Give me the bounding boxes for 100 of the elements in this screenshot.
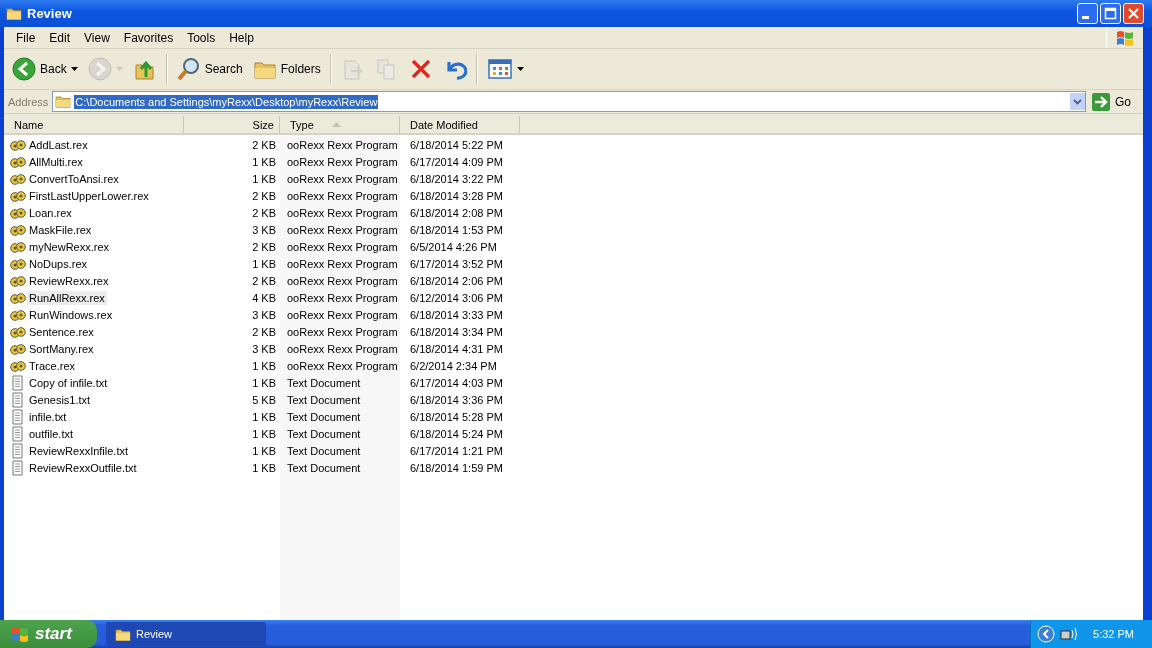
file-name[interactable]: Sentence.rex	[27, 324, 96, 339]
maximize-button[interactable]	[1100, 3, 1121, 24]
menu-item[interactable]: View	[77, 30, 117, 45]
table-cell-text: ooRexx Rexx Program	[286, 172, 399, 185]
file-name[interactable]: RunAllRexx.rex	[27, 290, 107, 305]
gears-icon	[10, 172, 26, 185]
arrow-right-icon	[1092, 92, 1110, 111]
table-cell-text: 1 KB	[251, 461, 277, 474]
table-cell-text: 6/18/2014 3:34 PM	[409, 325, 504, 338]
clock: 5:32 PM	[1093, 628, 1134, 640]
windows-logo-icon	[10, 625, 30, 643]
table-cell-text: 6/12/2014 3:06 PM	[409, 291, 504, 304]
table-cell-text: 6/18/2014 1:53 PM	[409, 223, 504, 236]
maximize-icon	[1104, 7, 1117, 20]
table-cell-text: 6/17/2014 3:52 PM	[409, 257, 504, 270]
file-name[interactable]: RunWindows.rex	[27, 307, 115, 322]
menu-item[interactable]: Edit	[42, 30, 78, 45]
text-document-icon	[10, 374, 26, 391]
file-name[interactable]: SortMany.rex	[27, 341, 96, 356]
table-cell-text: 1 KB	[251, 444, 277, 457]
file-name[interactable]: myNewRexx.rex	[27, 239, 112, 254]
table-cell-text: ooRexx Rexx Program	[286, 223, 399, 236]
go-button[interactable]: Go	[1090, 92, 1139, 111]
minimize-button[interactable]	[1077, 3, 1098, 24]
back-button[interactable]: Back	[8, 54, 82, 84]
table-cell-text: 3 KB	[251, 308, 277, 321]
file-name[interactable]: ReviewRexx.rex	[27, 273, 111, 288]
address-field[interactable]: C:\Documents and Settings\myRexx\Desktop\myRexx\Review	[52, 91, 1086, 112]
chevron-down-icon	[1073, 98, 1082, 105]
table-cell-text: Text Document	[286, 410, 362, 423]
table-cell-text: 2 KB	[251, 325, 277, 338]
menu-item[interactable]: Help	[222, 30, 261, 45]
table-cell-text: 2 KB	[251, 138, 277, 151]
column-header[interactable]: Date Modified	[400, 116, 520, 133]
gears-icon	[10, 342, 26, 355]
file-name[interactable]: AddLast.rex	[27, 137, 90, 152]
file-name[interactable]: Genesis1.txt	[27, 392, 93, 407]
column-header[interactable]: Name	[4, 116, 184, 133]
table-cell-text: 6/18/2014 2:08 PM	[409, 206, 504, 219]
minimize-icon	[1081, 16, 1089, 19]
table-cell-text: 6/5/2014 4:26 PM	[409, 240, 498, 253]
table-cell-text: 6/18/2014 3:33 PM	[409, 308, 504, 321]
table-cell-text: 6/18/2014 5:24 PM	[409, 427, 504, 440]
text-document-icon	[10, 442, 26, 459]
table-cell-text: 4 KB	[251, 291, 277, 304]
search-button[interactable]: Search	[172, 54, 247, 84]
taskbar-button[interactable]: Review	[106, 622, 266, 646]
file-name[interactable]: AllMulti.rex	[27, 154, 85, 169]
file-name[interactable]: ReviewRexxInfile.txt	[27, 443, 131, 458]
gears-icon	[10, 223, 26, 236]
gears-icon	[10, 325, 26, 338]
file-name[interactable]: Trace.rex	[27, 358, 78, 373]
window-title: Review	[27, 6, 72, 21]
table-cell-text: ooRexx Rexx Program	[286, 291, 399, 304]
menu-item[interactable]: File	[9, 30, 43, 45]
gears-icon	[10, 206, 26, 219]
gears-icon	[10, 257, 26, 270]
table-cell-text: ooRexx Rexx Program	[286, 274, 399, 287]
file-name[interactable]: Loan.rex	[27, 205, 74, 220]
file-name[interactable]: ConvertToAnsi.rex	[27, 171, 121, 186]
file-name[interactable]: infile.txt	[27, 409, 69, 424]
file-name[interactable]: Copy of infile.txt	[27, 375, 110, 390]
folders-button[interactable]: Folders	[248, 54, 325, 84]
column-header[interactable]: Type	[280, 116, 400, 133]
file-name[interactable]: ReviewRexxOutfile.txt	[27, 460, 139, 475]
start-button[interactable]: start	[0, 620, 97, 648]
table-cell-text: 6/17/2014 4:09 PM	[409, 155, 504, 168]
menu-item[interactable]: Tools	[180, 30, 223, 45]
table-cell-text: 6/17/2014 4:03 PM	[409, 376, 504, 389]
file-name[interactable]: NoDups.rex	[27, 256, 90, 271]
column-header[interactable]: Size	[184, 116, 280, 133]
text-document-icon	[10, 391, 26, 408]
gears-icon	[10, 189, 26, 202]
gears-icon	[10, 155, 26, 168]
table-cell-text: ooRexx Rexx Program	[286, 308, 399, 321]
close-button[interactable]	[1123, 3, 1144, 24]
table-cell-text: Text Document	[286, 427, 362, 440]
table-cell-text: ooRexx Rexx Program	[286, 155, 399, 168]
gears-icon	[10, 274, 26, 287]
table-cell-text: ooRexx Rexx Program	[286, 240, 399, 253]
folder-icon	[6, 6, 22, 21]
table-cell-text: 1 KB	[251, 359, 277, 372]
table-cell-text: ooRexx Rexx Program	[286, 138, 399, 151]
file-name[interactable]: FirstLastUpperLower.rex	[27, 188, 151, 203]
address-label: Address	[8, 95, 49, 108]
table-cell-text: ooRexx Rexx Program	[286, 342, 399, 355]
search-icon	[176, 57, 201, 81]
table-cell-text: 6/18/2014 1:59 PM	[409, 461, 504, 474]
file-name[interactable]: outfile.txt	[27, 426, 76, 441]
dropdown-button[interactable]	[1070, 93, 1085, 110]
file-name[interactable]: MaskFile.rex	[27, 222, 94, 237]
table-cell-text: 6/18/2014 5:22 PM	[409, 138, 504, 151]
menu-item[interactable]: Favorites	[116, 30, 181, 45]
text-document-icon	[10, 459, 26, 476]
table-cell-text: 1 KB	[251, 257, 277, 270]
table-cell-text: ooRexx Rexx Program	[286, 359, 399, 372]
table-cell-text: 3 KB	[251, 342, 277, 355]
table-cell-text: 1 KB	[251, 410, 277, 423]
gears-icon	[10, 359, 26, 372]
views-icon	[486, 57, 513, 81]
